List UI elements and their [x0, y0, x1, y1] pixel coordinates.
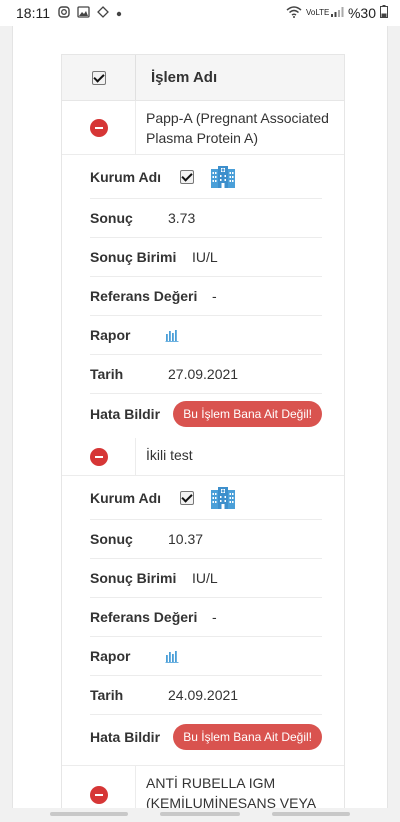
- status-bar: 18:11 VoLTE %30: [0, 0, 400, 26]
- sonuc-label: Sonuç: [90, 210, 133, 226]
- referans-label: Referans Değeri: [90, 609, 198, 625]
- birim-label: Sonuç Birimi: [90, 249, 177, 265]
- hata-label: Hata Bildir: [90, 406, 161, 422]
- detail-row-birim: Sonuç Birimi IU/L: [90, 238, 322, 277]
- page-content: İşlem Adı Papp-A (Pregnant Associated Pl…: [12, 26, 388, 816]
- table-header: İşlem Adı: [62, 55, 344, 101]
- detail-row-hata: Hata Bildir Bu İşlem Bana Ait Değil!: [90, 394, 322, 434]
- sonuc-value: 10.37: [168, 531, 204, 547]
- report-chart-icon[interactable]: [165, 328, 179, 342]
- procedure-name: Papp-A (Pregnant Associated Plasma Prote…: [146, 110, 329, 146]
- hospital-building-icon[interactable]: [210, 165, 236, 189]
- table-row: Papp-A (Pregnant Associated Plasma Prote…: [62, 101, 344, 155]
- volte-label: VoLTE: [305, 8, 330, 17]
- referans-label: Referans Değeri: [90, 288, 198, 304]
- detail-row-rapor: Rapor: [90, 316, 322, 355]
- birim-value: IU/L: [192, 249, 218, 265]
- procedure-details: Kurum Adı Sonuç 3.73 Sonuç Birimi IU/L R…: [62, 155, 344, 434]
- gallery-icon: [77, 5, 90, 21]
- system-nav-bar: [0, 808, 400, 822]
- sonuc-label: Sonuç: [90, 531, 133, 547]
- nav-back-indicator[interactable]: [50, 812, 128, 816]
- select-all-checkbox[interactable]: [91, 70, 106, 85]
- wifi-icon: [286, 5, 302, 21]
- detail-row-sonuc: Sonuç 10.37: [90, 520, 322, 559]
- table-row: İkili test: [62, 438, 344, 476]
- detail-row-kurum: Kurum Adı: [90, 476, 322, 520]
- birim-label: Sonuç Birimi: [90, 570, 177, 586]
- nav-recents-indicator[interactable]: [272, 812, 350, 816]
- tarih-label: Tarih: [90, 366, 124, 382]
- battery-icon: [380, 5, 388, 21]
- collapse-row-button[interactable]: [89, 786, 108, 804]
- detail-row-birim: Sonuç Birimi IU/L: [90, 559, 322, 598]
- detail-row-hata: Hata Bildir Bu İşlem Bana Ait Değil!: [90, 715, 322, 759]
- rapor-label: Rapor: [90, 648, 131, 664]
- kurum-label: Kurum Adı: [90, 168, 162, 185]
- collapse-cell: [62, 438, 136, 475]
- tarih-label: Tarih: [90, 687, 124, 703]
- battery-percent: %30: [347, 5, 376, 21]
- nav-home-indicator[interactable]: [160, 812, 240, 816]
- referans-value: -: [212, 609, 217, 625]
- signal-icon: [330, 6, 344, 21]
- report-error-button[interactable]: Bu İşlem Bana Ait Değil!: [173, 401, 322, 427]
- instagram-icon: [58, 5, 70, 21]
- referans-value: -: [212, 288, 217, 304]
- navigation-icon: [97, 5, 109, 21]
- procedure-details: Kurum Adı Sonuç 10.37 Sonuç Birimi IU/L …: [62, 476, 344, 759]
- report-chart-icon[interactable]: [165, 649, 179, 663]
- birim-value: IU/L: [192, 570, 218, 586]
- detail-row-kurum: Kurum Adı: [90, 155, 322, 199]
- detail-row-referans: Referans Değeri -: [90, 277, 322, 316]
- status-time: 18:11: [16, 5, 50, 21]
- kurum-checkbox[interactable]: [180, 490, 194, 505]
- report-error-button[interactable]: Bu İşlem Bana Ait Değil!: [173, 724, 322, 750]
- column-header-procedure-name: İşlem Adı: [151, 69, 218, 86]
- dot-icon: [116, 6, 122, 20]
- select-all-cell: [62, 55, 136, 100]
- detail-row-tarih: Tarih 27.09.2021: [90, 355, 322, 394]
- collapse-cell: [62, 101, 136, 154]
- hata-label: Hata Bildir: [90, 729, 161, 745]
- procedures-table: İşlem Adı Papp-A (Pregnant Associated Pl…: [61, 54, 345, 816]
- rapor-label: Rapor: [90, 327, 131, 343]
- kurum-checkbox[interactable]: [180, 169, 194, 184]
- detail-row-tarih: Tarih 24.09.2021: [90, 676, 322, 715]
- tarih-value: 24.09.2021: [168, 687, 239, 703]
- detail-row-rapor: Rapor: [90, 637, 322, 676]
- detail-row-sonuc: Sonuç 3.73: [90, 199, 322, 238]
- hospital-building-icon[interactable]: [210, 486, 236, 510]
- detail-row-referans: Referans Değeri -: [90, 598, 322, 637]
- kurum-label: Kurum Adı: [90, 489, 162, 506]
- tarih-value: 27.09.2021: [168, 366, 239, 382]
- sonuc-value: 3.73: [168, 210, 196, 226]
- collapse-row-button[interactable]: [89, 118, 108, 137]
- procedure-name: İkili test: [146, 447, 193, 463]
- collapse-row-button[interactable]: [89, 447, 108, 466]
